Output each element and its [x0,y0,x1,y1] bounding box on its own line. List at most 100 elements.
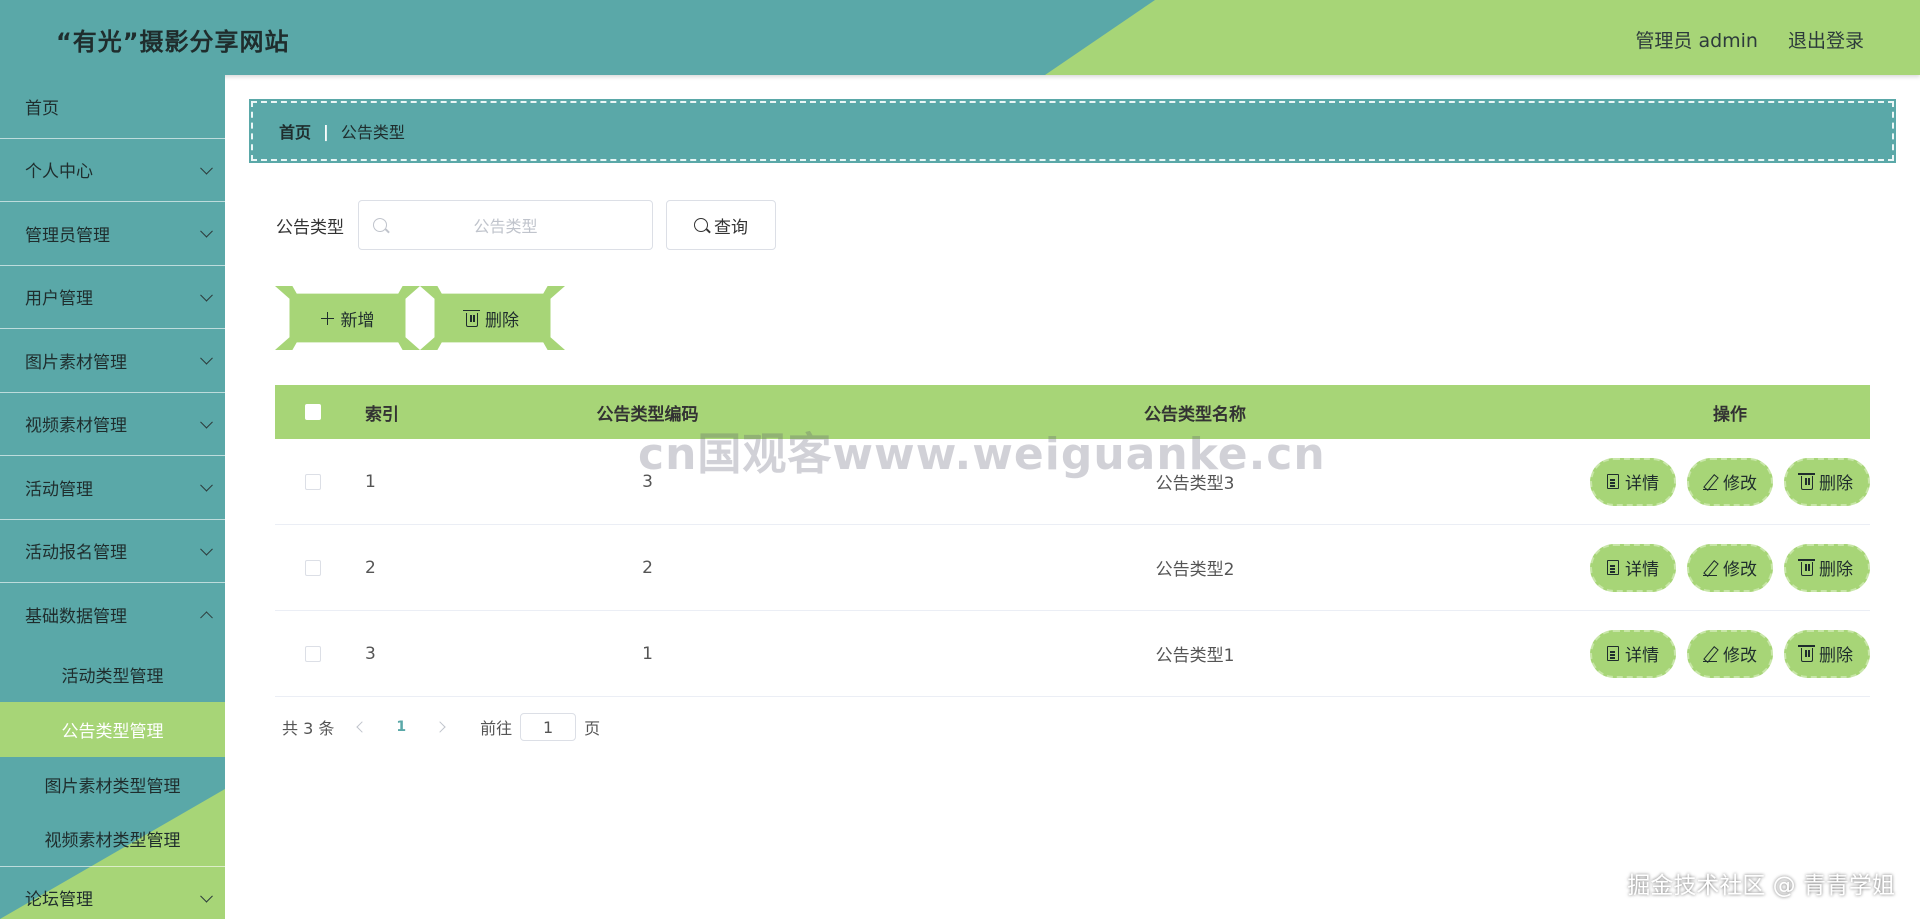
row-actions: 详情 修改 删除 [1550,543,1870,592]
sidebar-item-label: 管理员管理 [25,225,110,246]
breadcrumb-home[interactable]: 首页 [279,119,311,143]
edit-button[interactable]: 修改 [1687,629,1773,678]
column-header-index: 索引 [365,404,399,425]
watermark-corner: 掘金技术社区 @ 青青学姐 [1627,873,1895,899]
admin-user-label[interactable]: 管理员 admin [1635,26,1758,53]
chevron-left-icon[interactable] [356,721,369,733]
add-button[interactable]: 新增 [275,286,420,350]
detail-button[interactable]: 详情 [1590,543,1676,592]
sidebar-subitem-video-type[interactable]: 视频素材类型管理 [0,812,225,867]
search-icon [373,218,387,232]
cell-name: 公告类型1 [1155,646,1235,666]
row-checkbox[interactable] [304,559,321,576]
header-user-area: 管理员 admin 退出登录 [1635,26,1864,53]
pagination-total: 共 3 条 [282,719,335,738]
sidebar-item-basic-data[interactable]: 基础数据管理 [0,583,225,647]
page-suffix: 页 [584,719,601,738]
sidebar-item-label: 用户管理 [25,289,93,310]
chevron-right-icon[interactable] [434,721,446,733]
chevron-down-icon [200,288,213,302]
document-icon [1607,560,1619,575]
query-button[interactable]: 查询 [666,200,776,250]
edit-button[interactable]: 修改 [1687,543,1773,592]
sidebar-subitem-notice-type[interactable]: 公告类型管理 [0,701,225,757]
column-header-name: 公告类型名称 [1144,404,1246,425]
chevron-down-icon [200,415,213,429]
delete-button[interactable]: 删除 [1784,543,1870,592]
detail-label: 详情 [1625,560,1659,580]
sidebar-item-video-material[interactable]: 视频素材管理 [0,393,225,456]
cell-code: 1 [642,643,653,664]
sidebar-item-label: 基础数据管理 [25,607,127,628]
sidebar-item-activity-management[interactable]: 活动管理 [0,456,225,520]
delete-label: 删除 [1819,474,1853,494]
sidebar-item-label: 首页 [25,98,59,119]
plus-icon [320,311,334,325]
detail-button[interactable]: 详情 [1590,629,1676,678]
breadcrumb-separator: | [323,121,329,141]
sidebar-item-label: 个人中心 [25,162,93,183]
delete-button[interactable]: 删除 [1784,457,1870,506]
chevron-up-icon [200,611,213,624]
column-header-ops: 操作 [1713,404,1747,425]
pagination: 共 3 条 1 前往 页 [282,713,600,741]
sidebar-item-personal-center[interactable]: 个人中心 [0,139,225,202]
breadcrumb-current: 公告类型 [340,123,405,142]
sidebar-subitem-image-type[interactable]: 图片素材类型管理 [0,757,225,812]
table-row: 2 2 公告类型2 详情 修改 删除 [275,525,1870,611]
chevron-down-icon [200,352,213,365]
edit-pen-icon [1703,647,1717,662]
search-placeholder: 公告类型 [473,217,538,236]
document-icon [1607,646,1619,661]
table-header: 索引 公告类型编码 公告类型名称 操作 [275,385,1870,439]
row-actions: 详情 修改 删除 [1550,457,1870,506]
chevron-down-icon [200,542,213,556]
sidebar-item-forum-management[interactable]: 论坛管理 [0,867,225,919]
column-header-code: 公告类型编码 [596,404,699,425]
edit-button[interactable]: 修改 [1687,457,1773,506]
edit-pen-icon [1703,561,1717,576]
row-checkbox[interactable] [304,473,321,490]
goto-page-input[interactable] [520,713,577,741]
search-icon [694,218,708,232]
select-all-checkbox[interactable] [304,404,321,420]
cell-name: 公告类型3 [1155,474,1235,494]
sidebar-subitem-activity-type[interactable]: 活动类型管理 [0,647,225,702]
delete-button[interactable]: 删除 [1784,629,1870,678]
cell-name: 公告类型2 [1155,560,1235,580]
row-actions: 详情 修改 删除 [1550,629,1870,678]
sidebar-item-home[interactable]: 首页 [0,75,225,139]
table-row: 1 3 公告类型3 详情 修改 删除 [275,439,1870,525]
edit-pen-icon [1703,475,1717,490]
trash-icon [463,309,480,327]
sidebar-item-image-material[interactable]: 图片素材管理 [0,329,225,393]
sidebar-item-activity-signup[interactable]: 活动报名管理 [0,520,225,583]
search-input[interactable]: 公告类型 [358,200,653,250]
search-row: 公告类型 公告类型 查询 [276,200,776,250]
trash-icon [1798,645,1815,662]
sidebar-item-user-management[interactable]: 用户管理 [0,266,225,329]
sidebar-item-label: 论坛管理 [25,890,93,911]
add-button-label: 新增 [340,310,375,331]
cell-code: 2 [642,557,653,578]
edit-label: 修改 [1723,560,1757,580]
query-button-label: 查询 [714,217,748,238]
chevron-down-icon [200,889,213,903]
delete-label: 删除 [1819,646,1853,666]
edit-label: 修改 [1723,646,1757,666]
chevron-down-icon [200,225,213,238]
page-number[interactable]: 1 [396,719,406,735]
sidebar: 首页 个人中心 管理员管理 用户管理 图片素材管理 视频素材管理 活动管理 活动… [0,75,225,919]
delete-label: 删除 [1819,560,1853,580]
sidebar-item-admin-management[interactable]: 管理员管理 [0,202,225,266]
cell-code: 3 [642,471,653,492]
detail-button[interactable]: 详情 [1590,457,1676,506]
row-checkbox[interactable] [304,645,321,662]
data-table: 索引 公告类型编码 公告类型名称 操作 1 3 公告类型3 详情 修改 删除 2… [275,385,1870,697]
logout-link[interactable]: 退出登录 [1788,26,1864,53]
chevron-down-icon [200,161,213,175]
detail-label: 详情 [1625,474,1659,494]
cell-index: 2 [365,557,376,578]
batch-delete-button[interactable]: 删除 [420,286,565,350]
sidebar-item-label: 视频素材管理 [25,416,127,437]
